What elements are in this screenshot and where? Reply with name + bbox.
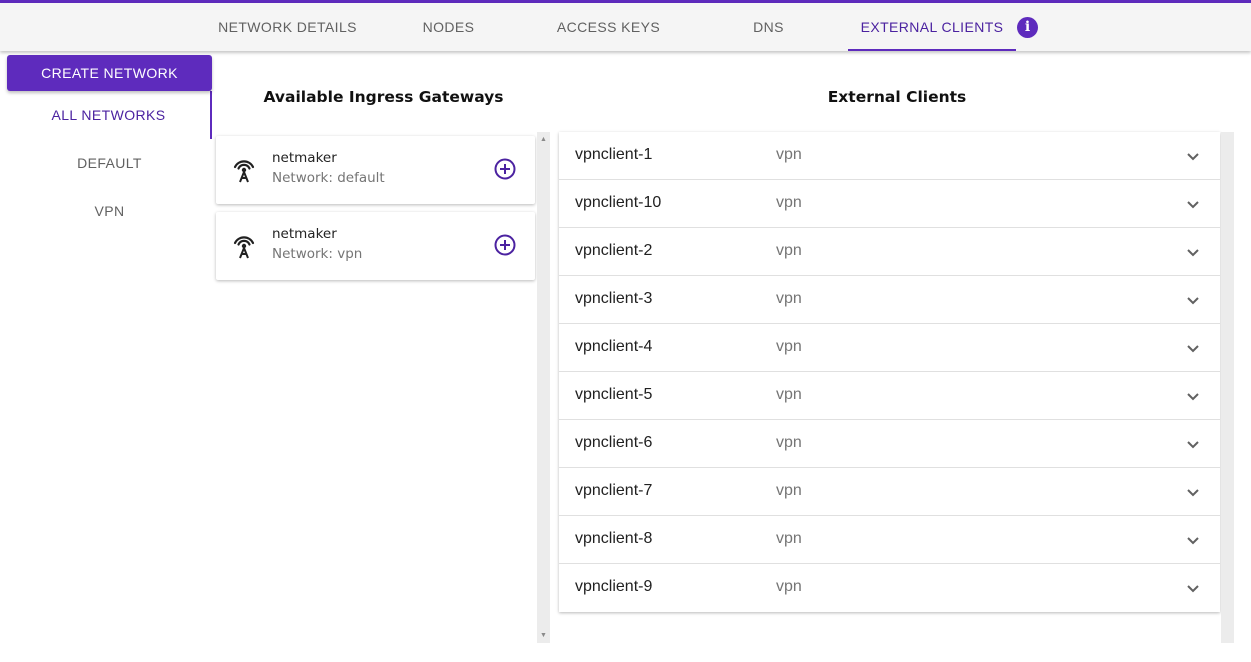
client-network: vpn — [776, 290, 802, 307]
chevron-down-icon[interactable] — [1181, 240, 1205, 264]
tab-external-clients[interactable]: EXTERNAL CLIENTS — [848, 3, 1016, 51]
client-network: vpn — [776, 146, 802, 163]
add-circle-icon[interactable] — [493, 233, 517, 257]
client-network: vpn — [776, 194, 802, 211]
scroll-up-icon[interactable]: ▲ — [540, 136, 547, 144]
gateway-name: netmaker — [272, 226, 337, 242]
sidebar-item-vpn[interactable]: VPN — [7, 187, 212, 235]
chevron-down-icon[interactable] — [1181, 528, 1205, 552]
client-network: vpn — [776, 530, 802, 547]
client-network: vpn — [776, 242, 802, 259]
client-name: vpnclient-3 — [575, 290, 653, 307]
client-network: vpn — [776, 482, 802, 499]
client-network: vpn — [776, 578, 802, 595]
client-row[interactable]: vpnclient-5 vpn — [559, 372, 1220, 420]
gateway-network: Network: vpn — [272, 246, 363, 262]
client-network: vpn — [776, 386, 802, 403]
chevron-down-icon[interactable] — [1181, 336, 1205, 360]
tab-bar: NETWORK DETAILS NODES ACCESS KEYS DNS EX… — [0, 3, 1251, 51]
scroll-down-icon[interactable]: ▼ — [540, 632, 547, 640]
gateway-card: netmaker Network: vpn — [216, 212, 535, 280]
client-name: vpnclient-4 — [575, 338, 653, 355]
gateways-scrollbar[interactable]: ▲ ▼ — [537, 132, 550, 643]
tab-network-details[interactable]: NETWORK DETAILS — [205, 3, 370, 51]
client-row[interactable]: vpnclient-8 vpn — [559, 516, 1220, 564]
clients-heading: External Clients — [827, 88, 967, 106]
client-name: vpnclient-9 — [575, 578, 653, 595]
sidebar-item-all-networks[interactable]: ALL NETWORKS — [7, 91, 212, 139]
client-row[interactable]: vpnclient-4 vpn — [559, 324, 1220, 372]
sidebar-item-default[interactable]: DEFAULT — [7, 139, 212, 187]
client-row[interactable]: vpnclient-2 vpn — [559, 228, 1220, 276]
tab-nodes[interactable]: NODES — [396, 3, 501, 51]
chevron-down-icon[interactable] — [1181, 480, 1205, 504]
antenna-icon — [233, 160, 255, 183]
chevron-down-icon[interactable] — [1181, 144, 1205, 168]
client-network: vpn — [776, 434, 802, 451]
gateway-name: netmaker — [272, 150, 337, 166]
chevron-down-icon[interactable] — [1181, 576, 1205, 600]
chevron-down-icon[interactable] — [1181, 384, 1205, 408]
gateways-heading: Available Ingress Gateways — [263, 88, 504, 106]
gateway-card: netmaker Network: default — [216, 136, 535, 204]
clients-scrollbar[interactable] — [1221, 132, 1234, 643]
client-row[interactable]: vpnclient-9 vpn — [559, 564, 1220, 612]
client-row[interactable]: vpnclient-3 vpn — [559, 276, 1220, 324]
create-network-button[interactable]: CREATE NETWORK — [7, 55, 212, 91]
client-row[interactable]: vpnclient-1 vpn — [559, 132, 1220, 180]
tab-dns[interactable]: DNS — [724, 3, 813, 51]
client-row[interactable]: vpnclient-6 vpn — [559, 420, 1220, 468]
client-row[interactable]: vpnclient-7 vpn — [559, 468, 1220, 516]
chevron-down-icon[interactable] — [1181, 192, 1205, 216]
client-name: vpnclient-1 — [575, 146, 653, 163]
client-row[interactable]: vpnclient-10 vpn — [559, 180, 1220, 228]
chevron-down-icon[interactable] — [1181, 432, 1205, 456]
external-clients-list: vpnclient-1 vpn vpnclient-10 vpn vpnclie… — [559, 132, 1220, 612]
app-root: NETWORK DETAILS NODES ACCESS KEYS DNS EX… — [0, 0, 1251, 662]
client-network: vpn — [776, 338, 802, 355]
gateway-network: Network: default — [272, 170, 385, 186]
client-name: vpnclient-5 — [575, 386, 653, 403]
info-icon[interactable]: i — [1017, 17, 1038, 38]
client-name: vpnclient-2 — [575, 242, 653, 259]
chevron-down-icon[interactable] — [1181, 288, 1205, 312]
tab-access-keys[interactable]: ACCESS KEYS — [543, 3, 674, 51]
client-name: vpnclient-10 — [575, 194, 662, 211]
client-name: vpnclient-6 — [575, 434, 653, 451]
antenna-icon — [233, 236, 255, 259]
add-circle-icon[interactable] — [493, 157, 517, 181]
client-name: vpnclient-7 — [575, 482, 653, 499]
client-name: vpnclient-8 — [575, 530, 653, 547]
